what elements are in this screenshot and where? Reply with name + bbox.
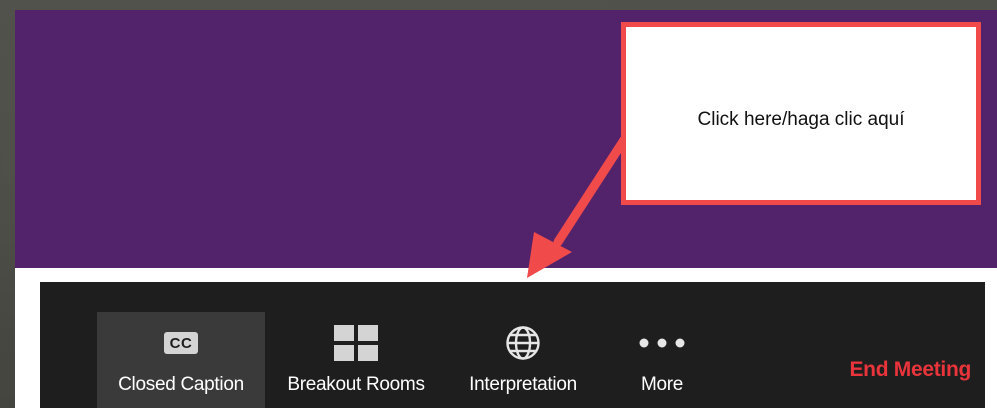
callout-text: Click here/haga clic aquí — [697, 109, 905, 130]
callout-box: Click here/haga clic aquí — [621, 22, 981, 205]
